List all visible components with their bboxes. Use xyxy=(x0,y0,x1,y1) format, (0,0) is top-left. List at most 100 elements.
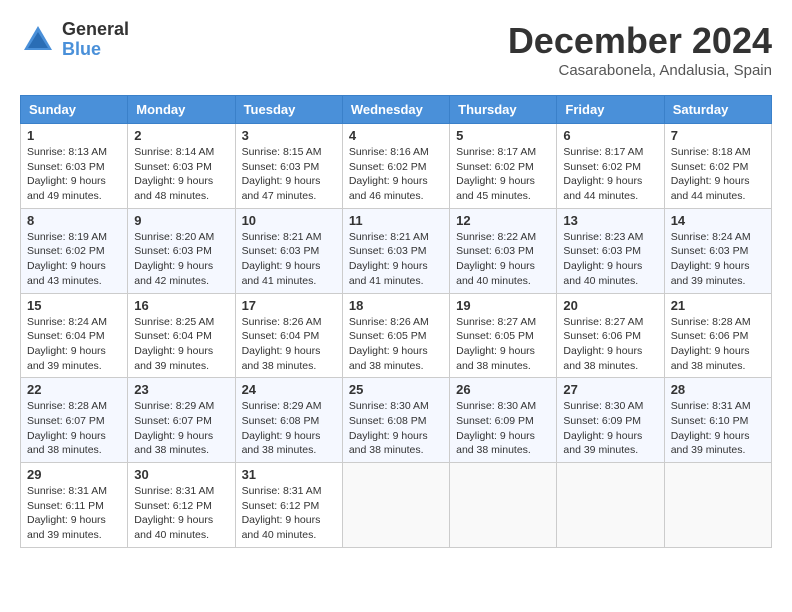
day-info: Sunrise: 8:24 AMSunset: 6:03 PMDaylight:… xyxy=(671,231,751,287)
day-info: Sunrise: 8:29 AMSunset: 6:07 PMDaylight:… xyxy=(134,400,214,456)
day-info: Sunrise: 8:30 AMSunset: 6:09 PMDaylight:… xyxy=(563,400,643,456)
day-number: 11 xyxy=(349,213,443,228)
day-number: 19 xyxy=(456,298,550,313)
day-info: Sunrise: 8:31 AMSunset: 6:12 PMDaylight:… xyxy=(242,485,322,541)
calendar-cell: 12 Sunrise: 8:22 AMSunset: 6:03 PMDayligh… xyxy=(450,208,557,293)
logo-blue: Blue xyxy=(62,40,129,60)
day-info: Sunrise: 8:31 AMSunset: 6:12 PMDaylight:… xyxy=(134,485,214,541)
day-number: 5 xyxy=(456,128,550,143)
day-info: Sunrise: 8:30 AMSunset: 6:09 PMDaylight:… xyxy=(456,400,536,456)
day-number: 7 xyxy=(671,128,765,143)
day-header-monday: Monday xyxy=(128,96,235,124)
calendar-cell: 17Sunrise: 8:26 AMSunset: 6:04 PMDayligh… xyxy=(235,293,342,378)
calendar-cell: 3 Sunrise: 8:15 AMSunset: 6:03 PMDaylight… xyxy=(235,124,342,209)
logo: General Blue xyxy=(20,20,129,60)
day-info: Sunrise: 8:19 AMSunset: 6:02 PMDaylight:… xyxy=(27,231,107,287)
day-info: Sunrise: 8:20 AMSunset: 6:03 PMDaylight:… xyxy=(134,231,214,287)
calendar-cell: 4Sunrise: 8:16 AMSunset: 6:02 PMDaylight… xyxy=(342,124,449,209)
day-info: Sunrise: 8:15 AMSunset: 6:03 PMDaylight:… xyxy=(242,146,322,202)
day-number: 14 xyxy=(671,213,765,228)
calendar-week-4: 22 Sunrise: 8:28 AMSunset: 6:07 PMDayligh… xyxy=(21,378,772,463)
calendar-title: December 2024 xyxy=(508,20,772,62)
calendar-cell: 1Sunrise: 8:13 AMSunset: 6:03 PMDaylight… xyxy=(21,124,128,209)
calendar-cell: 21 Sunrise: 8:28 AMSunset: 6:06 PMDayligh… xyxy=(664,293,771,378)
calendar-cell: 28Sunrise: 8:31 AMSunset: 6:10 PMDayligh… xyxy=(664,378,771,463)
calendar-cell: 27Sunrise: 8:30 AMSunset: 6:09 PMDayligh… xyxy=(557,378,664,463)
day-info: Sunrise: 8:18 AMSunset: 6:02 PMDaylight:… xyxy=(671,146,751,202)
calendar-cell: 24 Sunrise: 8:29 AMSunset: 6:08 PMDayligh… xyxy=(235,378,342,463)
day-info: Sunrise: 8:17 AMSunset: 6:02 PMDaylight:… xyxy=(563,146,643,202)
day-header-thursday: Thursday xyxy=(450,96,557,124)
logo-text: General Blue xyxy=(62,20,129,60)
day-number: 2 xyxy=(134,128,228,143)
day-number: 13 xyxy=(563,213,657,228)
logo-icon xyxy=(20,22,56,58)
calendar-cell: 23 Sunrise: 8:29 AMSunset: 6:07 PMDayligh… xyxy=(128,378,235,463)
day-header-sunday: Sunday xyxy=(21,96,128,124)
day-info: Sunrise: 8:24 AMSunset: 6:04 PMDaylight:… xyxy=(27,316,107,372)
calendar-cell: 30Sunrise: 8:31 AMSunset: 6:12 PMDayligh… xyxy=(128,463,235,548)
day-info: Sunrise: 8:30 AMSunset: 6:08 PMDaylight:… xyxy=(349,400,429,456)
calendar-week-1: 1Sunrise: 8:13 AMSunset: 6:03 PMDaylight… xyxy=(21,124,772,209)
day-number: 22 xyxy=(27,382,121,397)
day-number: 1 xyxy=(27,128,121,143)
day-number: 24 xyxy=(242,382,336,397)
calendar-cell: 7 Sunrise: 8:18 AMSunset: 6:02 PMDaylight… xyxy=(664,124,771,209)
day-info: Sunrise: 8:21 AMSunset: 6:03 PMDaylight:… xyxy=(242,231,322,287)
day-header-friday: Friday xyxy=(557,96,664,124)
day-info: Sunrise: 8:26 AMSunset: 6:04 PMDaylight:… xyxy=(242,316,322,372)
day-number: 8 xyxy=(27,213,121,228)
day-number: 6 xyxy=(563,128,657,143)
calendar-location: Casarabonela, Andalusia, Spain xyxy=(508,62,772,79)
day-info: Sunrise: 8:27 AMSunset: 6:05 PMDaylight:… xyxy=(456,316,536,372)
day-number: 26 xyxy=(456,382,550,397)
calendar-header-row: SundayMondayTuesdayWednesdayThursdayFrid… xyxy=(21,96,772,124)
calendar-cell xyxy=(557,463,664,548)
calendar-cell: 9Sunrise: 8:20 AMSunset: 6:03 PMDaylight… xyxy=(128,208,235,293)
day-info: Sunrise: 8:28 AMSunset: 6:06 PMDaylight:… xyxy=(671,316,751,372)
calendar-cell: 18 Sunrise: 8:26 AMSunset: 6:05 PMDayligh… xyxy=(342,293,449,378)
day-number: 16 xyxy=(134,298,228,313)
day-number: 21 xyxy=(671,298,765,313)
day-number: 18 xyxy=(349,298,443,313)
calendar-cell: 29Sunrise: 8:31 AMSunset: 6:11 PMDayligh… xyxy=(21,463,128,548)
day-info: Sunrise: 8:31 AMSunset: 6:11 PMDaylight:… xyxy=(27,485,107,541)
day-number: 10 xyxy=(242,213,336,228)
calendar-cell: 2Sunrise: 8:14 AMSunset: 6:03 PMDaylight… xyxy=(128,124,235,209)
calendar-cell: 14 Sunrise: 8:24 AMSunset: 6:03 PMDayligh… xyxy=(664,208,771,293)
day-info: Sunrise: 8:26 AMSunset: 6:05 PMDaylight:… xyxy=(349,316,429,372)
calendar-cell: 22 Sunrise: 8:28 AMSunset: 6:07 PMDayligh… xyxy=(21,378,128,463)
day-info: Sunrise: 8:29 AMSunset: 6:08 PMDaylight:… xyxy=(242,400,322,456)
day-info: Sunrise: 8:28 AMSunset: 6:07 PMDaylight:… xyxy=(27,400,107,456)
calendar-week-2: 8 Sunrise: 8:19 AMSunset: 6:02 PMDaylight… xyxy=(21,208,772,293)
day-number: 15 xyxy=(27,298,121,313)
calendar-cell: 8 Sunrise: 8:19 AMSunset: 6:02 PMDaylight… xyxy=(21,208,128,293)
day-info: Sunrise: 8:25 AMSunset: 6:04 PMDaylight:… xyxy=(134,316,214,372)
day-info: Sunrise: 8:16 AMSunset: 6:02 PMDaylight:… xyxy=(349,146,429,202)
logo-general: General xyxy=(62,20,129,40)
calendar-cell: 20Sunrise: 8:27 AMSunset: 6:06 PMDayligh… xyxy=(557,293,664,378)
day-info: Sunrise: 8:23 AMSunset: 6:03 PMDaylight:… xyxy=(563,231,643,287)
day-info: Sunrise: 8:31 AMSunset: 6:10 PMDaylight:… xyxy=(671,400,751,456)
day-number: 3 xyxy=(242,128,336,143)
day-info: Sunrise: 8:22 AMSunset: 6:03 PMDaylight:… xyxy=(456,231,536,287)
calendar-cell: 6 Sunrise: 8:17 AMSunset: 6:02 PMDaylight… xyxy=(557,124,664,209)
day-number: 31 xyxy=(242,467,336,482)
calendar-cell: 16 Sunrise: 8:25 AMSunset: 6:04 PMDayligh… xyxy=(128,293,235,378)
calendar-cell: 25 Sunrise: 8:30 AMSunset: 6:08 PMDayligh… xyxy=(342,378,449,463)
calendar-cell: 10 Sunrise: 8:21 AMSunset: 6:03 PMDayligh… xyxy=(235,208,342,293)
calendar-cell xyxy=(664,463,771,548)
calendar-cell xyxy=(342,463,449,548)
calendar-cell xyxy=(450,463,557,548)
day-header-saturday: Saturday xyxy=(664,96,771,124)
calendar-cell: 19 Sunrise: 8:27 AMSunset: 6:05 PMDayligh… xyxy=(450,293,557,378)
day-info: Sunrise: 8:17 AMSunset: 6:02 PMDaylight:… xyxy=(456,146,536,202)
day-header-tuesday: Tuesday xyxy=(235,96,342,124)
calendar-table: SundayMondayTuesdayWednesdayThursdayFrid… xyxy=(20,95,772,548)
calendar-cell: 5 Sunrise: 8:17 AMSunset: 6:02 PMDaylight… xyxy=(450,124,557,209)
day-number: 25 xyxy=(349,382,443,397)
day-number: 23 xyxy=(134,382,228,397)
day-number: 12 xyxy=(456,213,550,228)
day-info: Sunrise: 8:27 AMSunset: 6:06 PMDaylight:… xyxy=(563,316,643,372)
calendar-week-5: 29Sunrise: 8:31 AMSunset: 6:11 PMDayligh… xyxy=(21,463,772,548)
